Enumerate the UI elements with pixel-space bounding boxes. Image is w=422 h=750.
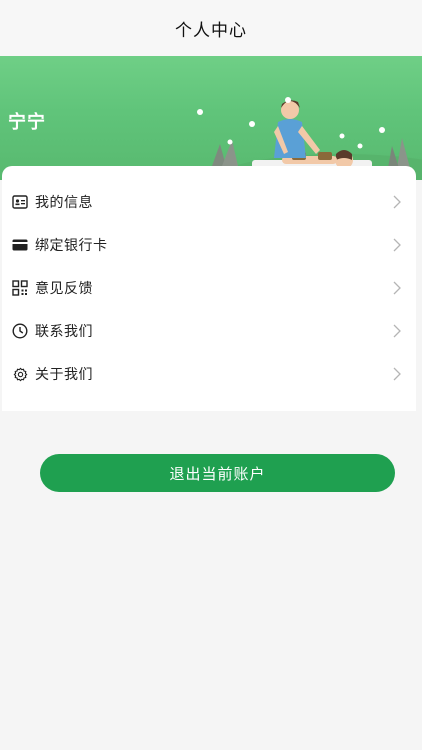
gear-icon: [12, 366, 28, 382]
logout-button[interactable]: 退出当前账户: [40, 454, 395, 492]
menu-item-my-info[interactable]: 我的信息: [2, 181, 416, 223]
username[interactable]: 宁宁: [8, 108, 46, 134]
menu-card: 我的信息 绑定银行卡 意见反馈 联系我们 关于我们: [2, 166, 416, 411]
clock-icon: [12, 323, 28, 339]
menu-item-label: 意见反馈: [35, 281, 93, 297]
chevron-right-icon: [393, 281, 401, 295]
page-title: 个人中心: [175, 20, 247, 41]
menu-item-label: 联系我们: [35, 324, 93, 340]
menu-item-about-us[interactable]: 关于我们: [2, 353, 416, 395]
menu-item-label: 绑定银行卡: [35, 238, 108, 254]
menu-item-contact-us[interactable]: 联系我们: [2, 310, 416, 352]
menu-item-label: 关于我们: [35, 367, 93, 383]
app-header: 个人中心: [0, 0, 422, 56]
massage-illustration: [197, 97, 422, 180]
menu-item-bind-bank-card[interactable]: 绑定银行卡: [2, 224, 416, 266]
bank-card-icon: [12, 237, 28, 253]
menu-item-label: 我的信息: [35, 195, 93, 211]
id-card-icon: [12, 194, 28, 210]
qr-code-icon: [12, 280, 28, 296]
chevron-right-icon: [393, 195, 401, 209]
chevron-right-icon: [393, 367, 401, 381]
menu-item-feedback[interactable]: 意见反馈: [2, 267, 416, 309]
profile-banner: 宁宁: [0, 56, 422, 180]
chevron-right-icon: [393, 238, 401, 252]
chevron-right-icon: [393, 324, 401, 338]
